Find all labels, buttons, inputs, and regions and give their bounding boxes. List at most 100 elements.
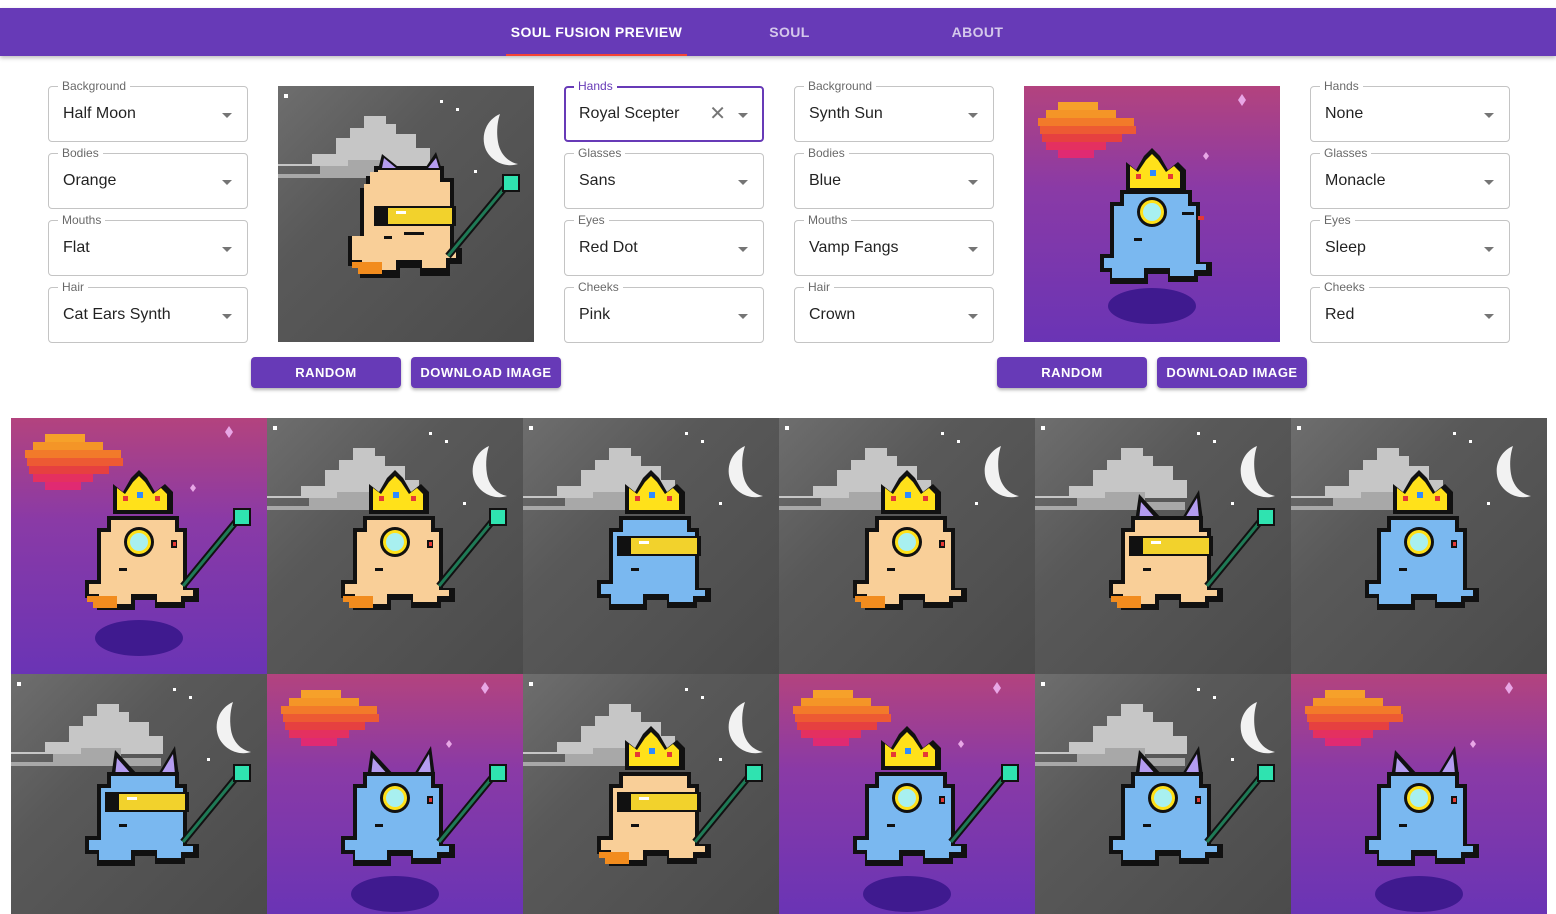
field-label: Bodies: [804, 146, 849, 160]
soul-artwork: [779, 426, 1019, 610]
dropdown-caret-icon[interactable]: [222, 113, 232, 118]
soul-artwork: [1291, 426, 1531, 610]
field-value: Orange: [63, 172, 117, 189]
field-value: Half Moon: [63, 105, 136, 122]
soul-artwork: [523, 682, 763, 866]
field-label: Mouths: [58, 213, 106, 227]
fusion-tile[interactable]: [267, 674, 523, 914]
fusion-tile[interactable]: [11, 674, 267, 914]
dropdown-caret-icon[interactable]: [738, 180, 748, 185]
field-value: None: [1325, 105, 1364, 122]
field-label: Eyes: [574, 213, 609, 227]
right-preview-image: [1024, 86, 1280, 342]
field-label: Background: [804, 79, 877, 93]
field-label: Bodies: [58, 146, 103, 160]
field-label: Cheeks: [574, 280, 623, 294]
soul-artwork: [1035, 426, 1275, 610]
dropdown-caret-icon[interactable]: [968, 113, 978, 118]
left-bodies-select[interactable]: Bodies Orange: [48, 146, 248, 209]
field-value: Sleep: [1325, 239, 1366, 256]
soul-artwork: [25, 426, 251, 656]
field-label: Glasses: [1320, 146, 1372, 160]
fusion-tile[interactable]: [523, 418, 779, 674]
soul-artwork: [1038, 94, 1246, 324]
fusion-tile[interactable]: [779, 418, 1035, 674]
dropdown-caret-icon[interactable]: [222, 314, 232, 319]
field-label: Mouths: [804, 213, 852, 227]
field-value: Royal Scepter: [579, 105, 680, 122]
left-hands-select[interactable]: Hands Royal Scepter ✕: [564, 79, 764, 142]
clear-icon[interactable]: ✕: [709, 102, 726, 126]
fusion-tile[interactable]: [779, 674, 1035, 914]
left-download-image-button[interactable]: DOWNLOAD IMAGE: [411, 357, 561, 388]
left-cheeks-select[interactable]: Cheeks Pink: [564, 280, 764, 343]
right-mouths-select[interactable]: Mouths Vamp Fangs: [794, 213, 994, 276]
soul-artwork: [278, 94, 520, 278]
field-label: Hair: [58, 280, 89, 294]
field-label: Cheeks: [1320, 280, 1369, 294]
left-hair-select[interactable]: Hair Cat Ears Synth: [48, 280, 248, 343]
tab-soul-creator-generator[interactable]: SOUL CREATOR/GENERATOR: [687, 8, 892, 88]
dropdown-caret-icon[interactable]: [738, 247, 748, 252]
field-label: Glasses: [574, 146, 626, 160]
fusion-tile[interactable]: [1035, 674, 1291, 914]
tab-about[interactable]: ABOUT: [930, 8, 1025, 56]
fusion-tile[interactable]: [11, 418, 267, 674]
right-bodies-select[interactable]: Bodies Blue: [794, 146, 994, 209]
dropdown-caret-icon[interactable]: [222, 247, 232, 252]
soul-artwork: [267, 426, 507, 610]
soul-artwork: [793, 682, 1019, 912]
dropdown-caret-icon[interactable]: [1484, 180, 1494, 185]
field-value: Synth Sun: [809, 105, 883, 122]
dropdown-caret-icon[interactable]: [738, 314, 748, 319]
left-background-select[interactable]: Background Half Moon: [48, 79, 248, 142]
right-eyes-select[interactable]: Eyes Sleep: [1310, 213, 1510, 276]
tab-soul-fusion-preview[interactable]: SOUL FUSION PREVIEW: [506, 8, 687, 56]
field-label: Hands: [1320, 79, 1363, 93]
fusion-tile[interactable]: [1291, 418, 1547, 674]
field-value: Vamp Fangs: [809, 239, 899, 256]
dropdown-caret-icon[interactable]: [1484, 314, 1494, 319]
field-label: Eyes: [1320, 213, 1355, 227]
dropdown-caret-icon[interactable]: [1484, 247, 1494, 252]
right-glasses-select[interactable]: Glasses Monacle: [1310, 146, 1510, 209]
fusion-tile[interactable]: [523, 674, 779, 914]
soul-artwork: [1305, 682, 1513, 912]
soul-artwork: [523, 426, 763, 610]
fusion-tile[interactable]: [1291, 674, 1547, 914]
dropdown-caret-icon[interactable]: [968, 247, 978, 252]
right-download-image-button[interactable]: DOWNLOAD IMAGE: [1157, 357, 1307, 388]
right-random-button[interactable]: RANDOM: [997, 357, 1147, 388]
right-cheeks-select[interactable]: Cheeks Red: [1310, 280, 1510, 343]
field-label: Hair: [804, 280, 835, 294]
right-background-select[interactable]: Background Synth Sun: [794, 79, 994, 142]
soul-artwork: [281, 682, 507, 912]
top-spacer: [0, 0, 1556, 8]
field-value: Red: [1325, 306, 1355, 323]
dropdown-caret-icon[interactable]: [222, 180, 232, 185]
soul-artwork: [11, 682, 251, 866]
field-value: Red Dot: [579, 239, 638, 256]
field-value: Monacle: [1325, 172, 1386, 189]
fusion-tile[interactable]: [1035, 418, 1291, 674]
left-preview-image: [278, 86, 534, 342]
left-random-button[interactable]: RANDOM: [251, 357, 401, 388]
fusion-tile[interactable]: [267, 418, 523, 674]
right-hands-select[interactable]: Hands None: [1310, 79, 1510, 142]
field-value: Cat Ears Synth: [63, 306, 171, 323]
left-mouths-select[interactable]: Mouths Flat: [48, 213, 248, 276]
soul-artwork: [1035, 682, 1275, 866]
field-value: Sans: [579, 172, 616, 189]
field-label: Background: [58, 79, 131, 93]
dropdown-caret-icon[interactable]: [1484, 113, 1494, 118]
field-label: Hands: [574, 79, 617, 93]
right-hair-select[interactable]: Hair Crown: [794, 280, 994, 343]
left-eyes-select[interactable]: Eyes Red Dot: [564, 213, 764, 276]
left-glasses-select[interactable]: Glasses Sans: [564, 146, 764, 209]
tab-indicator: [506, 54, 687, 56]
dropdown-caret-icon[interactable]: [738, 113, 748, 118]
dropdown-caret-icon[interactable]: [968, 180, 978, 185]
dropdown-caret-icon[interactable]: [968, 314, 978, 319]
field-value: Flat: [63, 239, 90, 256]
app-bar: SOUL FUSION PREVIEW SOUL CREATOR/GENERAT…: [0, 8, 1556, 88]
